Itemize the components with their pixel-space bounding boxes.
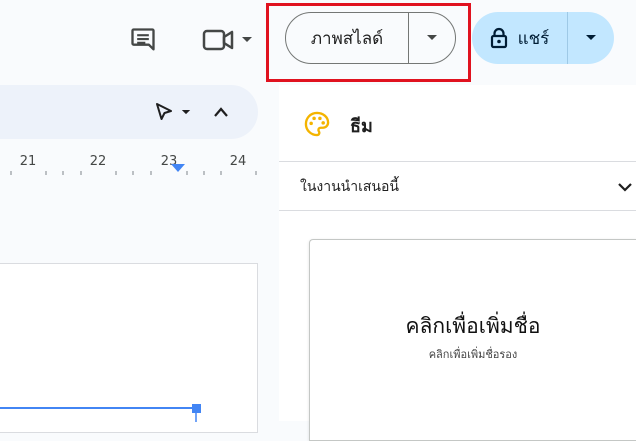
chevron-down-icon <box>242 37 252 42</box>
theme-thumbnail[interactable]: คลิกเพื่อเพิ่มชื่อ คลิกเพื่อเพิ่มชื่อรอง <box>309 239 636 441</box>
thumbnail-title: คลิกเพื่อเพิ่มชื่อ <box>405 314 541 338</box>
divider <box>279 210 636 211</box>
section-label: ในงานนำเสนอนี้ <box>300 179 399 195</box>
comment-icon <box>131 28 155 51</box>
palette-icon <box>304 111 330 137</box>
slideshow-options-dropdown[interactable] <box>409 13 455 63</box>
collapse-toolbar-button[interactable] <box>207 98 235 126</box>
horizontal-ruler[interactable]: 21 22 23 24 <box>0 150 258 180</box>
meet-button[interactable] <box>196 22 258 58</box>
comments-button[interactable] <box>125 22 161 58</box>
selected-textbox-edge <box>0 404 201 422</box>
cursor-arrow-icon <box>156 103 172 120</box>
divider <box>279 161 636 162</box>
editor-toolbar <box>0 85 258 139</box>
chevron-down-icon <box>618 183 632 192</box>
slide-canvas[interactable] <box>0 263 258 433</box>
video-camera-icon <box>202 29 234 51</box>
share-button-group: แชร์ <box>472 12 614 64</box>
chevron-down-icon <box>427 35 437 40</box>
slideshow-button-group: ภาพสไลด์ <box>285 12 456 64</box>
section-toggle[interactable] <box>615 177 635 197</box>
right-indent-marker[interactable] <box>171 164 185 173</box>
panel-title: ธีม <box>350 116 373 137</box>
share-options-dropdown[interactable] <box>568 12 614 64</box>
theme-panel: ธีม ในงานนำเสนอนี้ คลิกเพื่อเพิ่มชื่อ คล… <box>279 85 636 441</box>
thumbnail-subtitle: คลิกเพื่อเพิ่มชื่อรอง <box>428 348 518 361</box>
slideshow-button[interactable]: ภาพสไลด์ <box>286 13 409 63</box>
lock-icon <box>490 27 507 49</box>
share-label: แชร์ <box>517 28 550 49</box>
share-button[interactable]: แชร์ <box>472 12 568 64</box>
chevron-down-icon <box>181 109 191 114</box>
chevron-down-icon <box>586 35 596 40</box>
select-tool-button[interactable] <box>146 98 198 126</box>
slideshow-label: ภาพสไลด์ <box>310 28 384 49</box>
ruler-ticks <box>10 171 257 175</box>
chevron-up-icon <box>214 107 228 117</box>
